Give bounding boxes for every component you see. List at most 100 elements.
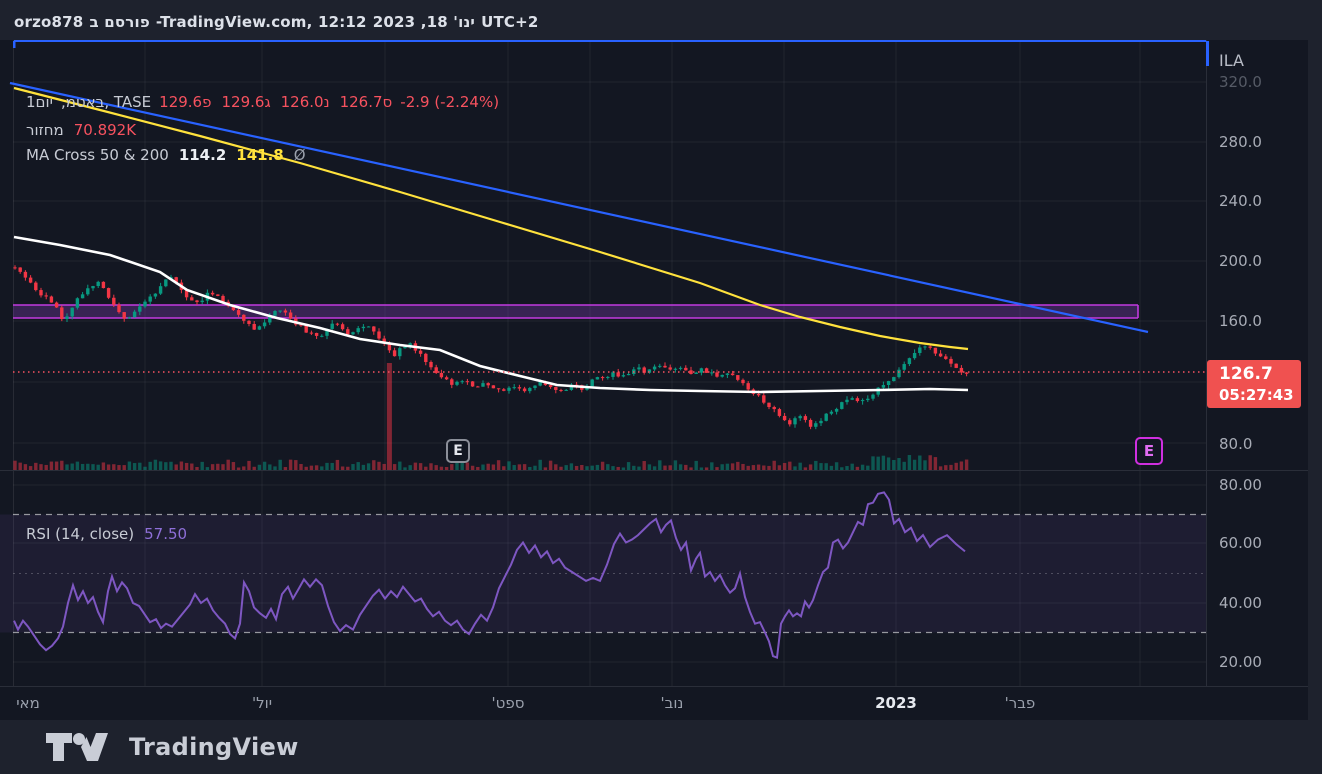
volume-bar <box>788 461 792 470</box>
candle-body <box>637 367 641 370</box>
candle-body <box>65 316 69 320</box>
pane-top-line-tick <box>13 41 16 48</box>
candle-body <box>720 374 724 377</box>
ma-cross-label[interactable]: MA Cross 50 & 200 <box>26 146 169 164</box>
candle-body <box>335 323 340 325</box>
chart-area[interactable]: 1יום ,באטמ, TASE פ129.6 ג129.6 נ126.0 ס126.… <box>0 40 1308 720</box>
candle-body <box>96 281 100 287</box>
candle-body <box>907 358 912 365</box>
pane-separator[interactable] <box>0 470 1308 471</box>
countdown-timer: 05:27:43 <box>1219 386 1294 404</box>
candle-body <box>470 381 475 387</box>
symbol-label[interactable]: ,באטמ, TASE <box>61 93 151 111</box>
volume-bar <box>881 455 886 470</box>
rsi-legend[interactable]: RSI (14, close) 57.50 <box>26 525 187 543</box>
volume-bar <box>366 463 371 470</box>
symbol-legend[interactable]: 1יום ,באטמ, TASE פ129.6 ג129.6 נ126.0 ס126.… <box>26 93 499 111</box>
volume-bar <box>814 460 818 470</box>
interval-label[interactable]: 1יום <box>26 93 53 111</box>
candle-body <box>803 416 808 420</box>
candle-body <box>132 311 137 318</box>
volume-bar <box>184 462 189 470</box>
volume-bar <box>179 461 184 470</box>
candle-body <box>741 379 745 384</box>
candle-body <box>912 352 917 359</box>
rsi-pane[interactable] <box>0 470 1206 686</box>
volume-bar <box>569 463 574 470</box>
candle-body <box>148 296 152 302</box>
candle-body <box>663 365 667 368</box>
volume-bar <box>164 462 168 470</box>
candle-body <box>710 372 714 374</box>
candle-body <box>112 297 116 305</box>
price-tick-label: 160.0 <box>1219 312 1262 330</box>
candle-body <box>502 389 506 391</box>
candle-body <box>392 350 397 357</box>
candle-body <box>455 381 459 385</box>
volume-bar <box>959 461 964 470</box>
volume-bar <box>132 463 137 470</box>
rsi-label[interactable]: RSI (14, close) <box>26 525 134 543</box>
candle-body <box>309 332 314 334</box>
volume-bar <box>54 461 59 470</box>
price-tick-label: 80.0 <box>1219 435 1253 453</box>
time-axis[interactable]: מאי יול' ספט' נוב' 2023 פבר' <box>0 686 1308 720</box>
volume-label[interactable]: מחזור <box>26 121 64 139</box>
candle-body <box>517 387 522 389</box>
candle-body <box>44 295 48 297</box>
caption-date: ינו' 18, 2023 <box>372 13 476 31</box>
volume-bar <box>49 461 54 470</box>
candle-body <box>210 292 215 295</box>
candles <box>13 265 969 430</box>
volume-bar <box>330 462 334 470</box>
volume-bar <box>886 457 891 470</box>
volume-bar <box>496 460 501 470</box>
candle-body <box>476 386 480 388</box>
candle-body <box>434 367 438 373</box>
price-axis[interactable]: ILA 320.0 280.0 240.0 200.0 160.0 80.0 126.7 … <box>1206 40 1308 686</box>
volume-bar <box>372 460 376 470</box>
candle-body <box>715 372 719 377</box>
earnings-estimate-marker[interactable]: E <box>1135 437 1163 465</box>
volume-bar <box>954 462 958 470</box>
tradingview-logo-icon[interactable] <box>45 732 109 762</box>
ohlc-value: ס126.7 <box>339 93 393 111</box>
volume-bar <box>418 463 423 470</box>
candle-body <box>372 326 376 332</box>
candle-body <box>13 267 17 269</box>
ohlc-value: נ126.0 <box>280 93 330 111</box>
candle-body <box>964 372 969 374</box>
ohlc-values: פ129.6 ג129.6 נ126.0 ס126.7 <box>159 93 392 111</box>
brand-name[interactable]: TradingView <box>129 733 299 761</box>
candle-body <box>439 372 444 378</box>
candle-body <box>897 369 901 378</box>
candle-body <box>554 387 558 390</box>
candle-body <box>860 400 865 402</box>
candle-body <box>330 323 334 329</box>
volume-bar <box>13 460 17 470</box>
candle-body <box>689 370 693 374</box>
rsi-value: 57.50 <box>144 525 188 543</box>
caption-published: פורסם ב <box>89 13 150 31</box>
candle-body <box>314 332 319 336</box>
candle-body <box>86 288 90 295</box>
candle-body <box>122 312 126 319</box>
ma-cross-legend[interactable]: MA Cross 50 & 200 114.2 141.8 Ø <box>26 146 306 164</box>
candle-body <box>424 353 428 362</box>
candle-body <box>80 294 85 299</box>
ma-settings-icon[interactable]: Ø <box>294 146 306 164</box>
candle-body <box>356 328 360 333</box>
candle-body <box>611 372 615 377</box>
candle-body <box>465 381 470 383</box>
earnings-marker[interactable]: E <box>446 439 470 463</box>
volume-bar <box>158 461 163 470</box>
volume-bar <box>538 459 542 470</box>
volume-bar <box>736 461 740 470</box>
candle-body <box>195 300 199 303</box>
volume-legend[interactable]: מחזור 70.892K <box>26 121 136 139</box>
candle-body <box>756 393 761 396</box>
volume-bar <box>138 462 142 470</box>
price-tick-label: 280.0 <box>1219 133 1262 151</box>
candle-body <box>158 286 163 294</box>
candle-body <box>652 366 657 370</box>
